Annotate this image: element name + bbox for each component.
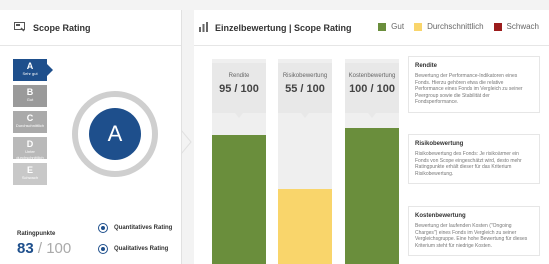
column-score: 95 / 100 — [219, 83, 259, 95]
score-bar — [278, 189, 332, 264]
score-bar — [212, 135, 266, 264]
einzelbewertung-panel: Einzelbewertung | Scope Rating Gut Durch… — [194, 10, 549, 264]
ratingpunkte-label: Ratingpunkte — [17, 231, 56, 237]
big-rating-badge: A — [89, 108, 141, 160]
description-heading: Kostenbewertung — [415, 213, 466, 219]
column-kostenbewertung: Kostenbewertung 100 / 100 — [345, 59, 399, 264]
einzelbewertung-title: Einzelbewertung | Scope Rating — [215, 22, 352, 33]
ratingpunkte-score: 83 — [17, 240, 34, 257]
legend-swatch — [414, 22, 423, 31]
radio-icon — [98, 244, 108, 254]
legend-swatch — [493, 22, 502, 31]
legend-item-durchschnittlich: Durchschnittlich — [414, 22, 484, 31]
rating-grade-c: C Durchschnittlich — [13, 111, 47, 133]
description-text: Bewertung der Performance-Indikatoren ei… — [415, 73, 523, 105]
description-rendite: Rendite Bewertung der Performance-Indika… — [408, 56, 540, 113]
scope-rating-header: Scope Rating — [0, 10, 181, 46]
radio-icon — [98, 223, 108, 233]
scope-rating-title: Scope Rating — [33, 22, 91, 33]
legend-item-gut: Gut — [378, 22, 404, 31]
legend: Gut Durchschnittlich Schwach — [368, 22, 539, 31]
qualitative-rating-label: Qualitatives Rating — [114, 246, 169, 252]
scope-rating-panel: Scope Rating A Sehr gut B Gut C Durchschnit… — [0, 10, 182, 264]
score-bar — [345, 128, 399, 264]
column-score: 55 / 100 — [285, 83, 325, 95]
bar-chart-icon — [198, 19, 209, 37]
column-rendite: Rendite 95 / 100 — [212, 59, 266, 264]
rating-grade-d: D Unter durchschnittlich — [13, 137, 47, 160]
score-box: Risikobewertung 55 / 100 — [278, 63, 332, 113]
legend-item-schwach: Schwach — [493, 22, 539, 31]
column-risikobewertung: Risikobewertung 55 / 100 — [278, 59, 332, 264]
column-score: 100 / 100 — [349, 83, 395, 95]
column-label: Kostenbewertung — [348, 73, 396, 79]
ratingpunkte-value: 83 / 100 — [17, 240, 71, 257]
ratingpunkte-max: / 100 — [33, 240, 72, 257]
description-text: Bewertung der laufenden Kosten ("Ongoing… — [415, 223, 528, 249]
rating-ladder: A Sehr gut B Gut C Durchschnittlich D Unter … — [13, 59, 53, 189]
description-heading: Rendite — [415, 63, 438, 69]
rating-ring: A — [72, 91, 158, 177]
rating-grade-a: A Sehr gut — [13, 59, 53, 81]
description-kostenbewertung: Kostenbewertung Bewertung der laufenden … — [408, 206, 540, 256]
column-label: Rendite — [228, 73, 250, 79]
score-box: Kostenbewertung 100 / 100 — [345, 63, 399, 113]
score-box: Rendite 95 / 100 — [212, 63, 266, 113]
rating-grade-b: B Gut — [13, 85, 47, 107]
legend-swatch — [378, 22, 387, 31]
description-heading: Risikobewertung — [415, 141, 464, 147]
rating-grade-e: E Schwach — [13, 163, 47, 185]
qualitative-rating-radio[interactable]: Qualitatives Rating — [98, 244, 168, 254]
quantitative-rating-label: Quantitatives Rating — [114, 225, 173, 231]
description-risikobewertung: Risikobewertung Risikobewertung des Fond… — [408, 134, 540, 184]
rating-icon — [14, 19, 25, 37]
quantitative-rating-radio[interactable]: Quantitatives Rating — [98, 223, 172, 233]
description-text: Risikobewertung des Fonds: Je risikoärme… — [415, 151, 522, 177]
column-label: Risikobewertung — [282, 73, 328, 79]
